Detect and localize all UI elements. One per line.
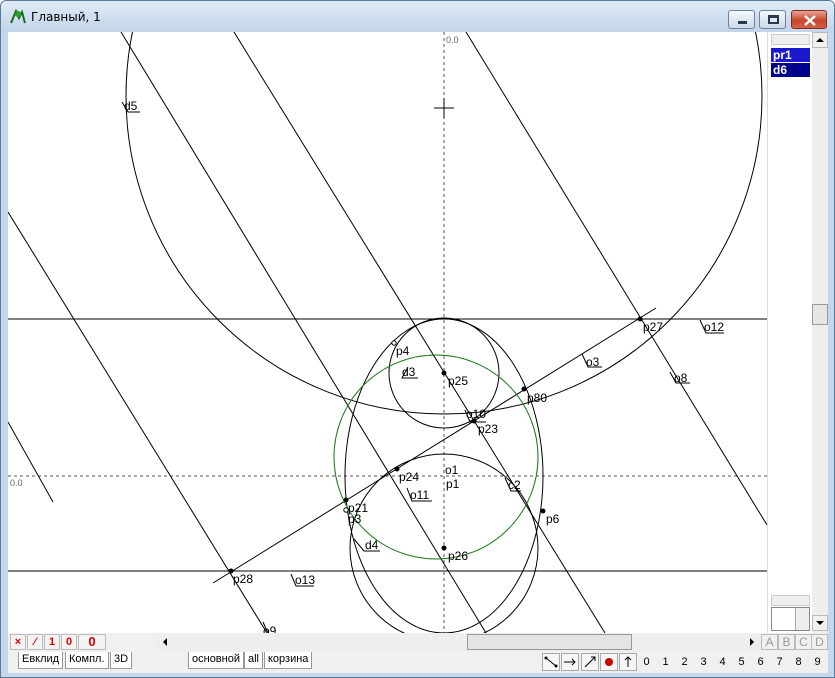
digit-2[interactable]: 2 (676, 654, 693, 670)
geometry-drawing: 0.0 0.0 d5 d3 d4 p4 p25 p23 p24 p26 p27 … (8, 32, 767, 633)
drawing-canvas[interactable]: 0.0 0.0 d5 d3 d4 p4 p25 p23 p24 p26 p27 … (8, 32, 767, 633)
layer-panel: pr1 d6 (767, 32, 812, 633)
label-p23: p23 (478, 422, 498, 436)
label-d5: d5 (124, 99, 138, 113)
digit-9[interactable]: 9 (809, 654, 826, 670)
vertical-scrollbar[interactable] (812, 32, 828, 633)
line-5 (8, 421, 54, 503)
ray-tool-button[interactable] (561, 653, 579, 671)
label-p28: p28 (233, 572, 253, 586)
maximize-button[interactable] (759, 10, 786, 29)
digit-8[interactable]: 8 (790, 654, 807, 670)
label-p4: p4 (396, 344, 410, 358)
arrow-left-icon[interactable] (159, 635, 171, 649)
digit-5[interactable]: 5 (733, 654, 750, 670)
label-d4: d4 (365, 538, 379, 552)
label-p6: p6 (546, 512, 560, 526)
tab-3d[interactable]: 3D (110, 652, 133, 669)
slash-button[interactable]: ⁄ (27, 634, 43, 650)
arrow-up-icon (624, 656, 632, 667)
diagonal-arrow-icon (584, 656, 596, 668)
segment-tool-button[interactable] (542, 653, 560, 671)
tab-korzina[interactable]: корзина (264, 652, 313, 669)
title-bar: Главный, 1 (1, 1, 834, 32)
digit-1[interactable]: 1 (657, 654, 674, 670)
tab-all[interactable]: all (244, 652, 264, 669)
layer-item-d6[interactable]: d6 (771, 63, 810, 77)
up-tool-button[interactable] (619, 653, 637, 671)
line-tool-button[interactable] (581, 653, 599, 671)
layer-item-pr1[interactable]: pr1 (771, 48, 810, 62)
arrow-up-icon (816, 38, 824, 42)
digit-6[interactable]: 6 (752, 654, 769, 670)
letter-button-d[interactable]: D (811, 634, 828, 650)
label-p80: p80 (527, 391, 547, 405)
label-o1: o1 (445, 463, 459, 477)
client-area: 0.0 0.0 d5 d3 d4 p4 p25 p23 p24 p26 p27 … (8, 32, 828, 673)
minimize-icon (738, 21, 747, 24)
scroll-up-button[interactable] (812, 32, 828, 48)
tab-evklid[interactable]: Евклид (18, 652, 64, 669)
label-o11: o11 (410, 488, 429, 502)
scroll-down-button[interactable] (812, 615, 828, 631)
segment-icon (544, 656, 558, 668)
zero-button[interactable]: 0 (61, 634, 77, 650)
main-window: Главный, 1 0.0 0.0 d5 d3 d4 p4 p25 p23 p… (0, 0, 835, 678)
label-o9: o9 (263, 624, 277, 633)
axis-label-vertical: 0.0 (446, 35, 459, 45)
arrow-right-icon[interactable] (746, 635, 758, 649)
label-o12: o12 (704, 320, 724, 334)
label-d3: d3 (402, 365, 416, 379)
arrow-right-icon (564, 658, 576, 666)
label-p25: p25 (448, 374, 468, 388)
label-p27: p27 (643, 320, 663, 334)
line-o3 (212, 307, 657, 584)
digit-7[interactable]: 7 (771, 654, 788, 670)
digit-0[interactable]: 0 (638, 654, 655, 670)
tab-row: Евклид Компл. 3D основной all корзина 0 … (8, 651, 828, 673)
layer-combo[interactable] (771, 607, 810, 631)
horizontal-scrollbar[interactable] (157, 633, 760, 651)
layer-scroll-up[interactable] (771, 34, 810, 45)
label-o8: o8 (674, 371, 688, 385)
restore-icon (768, 15, 779, 24)
close-button[interactable] (791, 10, 827, 29)
axis-label-horizontal: 0.0 (10, 478, 23, 488)
letter-button-a[interactable]: A (761, 634, 778, 650)
one-button[interactable]: 1 (44, 634, 60, 650)
line-1 (120, 32, 487, 633)
label-p1: p1 (446, 477, 460, 491)
label-p26: p26 (448, 549, 468, 563)
tab-osnovnoy[interactable]: основной (188, 652, 244, 669)
app-icon (10, 9, 26, 24)
digit-4[interactable]: 4 (714, 654, 731, 670)
label-o13: o13 (295, 573, 315, 587)
minimize-button[interactable] (728, 10, 755, 29)
counter-value: 0 (78, 634, 106, 650)
label-p3: p3 (348, 512, 362, 526)
tab-kompl[interactable]: Компл. (65, 652, 109, 669)
layer-scroll-down[interactable] (771, 595, 810, 606)
close-icon (804, 15, 816, 26)
arrow-down-icon (816, 621, 824, 625)
digit-3[interactable]: 3 (695, 654, 712, 670)
line-o8 (465, 32, 767, 526)
window-title: Главный, 1 (31, 10, 101, 24)
letter-button-b[interactable]: B (778, 634, 795, 650)
red-dot-icon (605, 658, 613, 666)
chevron-down-icon[interactable] (795, 608, 809, 630)
label-c2: c2 (508, 478, 521, 492)
label-o3: o3 (586, 355, 600, 369)
point-tool-button[interactable] (600, 653, 618, 671)
line-o9 (8, 211, 268, 633)
letter-button-c[interactable]: C (795, 634, 812, 650)
horizontal-control-row: × ⁄ 1 0 0 A B C D (8, 633, 828, 651)
horizontal-scroll-thumb[interactable] (467, 634, 632, 650)
delete-button[interactable]: × (10, 634, 26, 650)
vertical-scroll-thumb[interactable] (812, 304, 828, 325)
label-p24: p24 (399, 470, 419, 484)
circle-o10 (333, 354, 539, 560)
line-2 (233, 32, 606, 633)
label-o10: o10 (466, 407, 486, 421)
